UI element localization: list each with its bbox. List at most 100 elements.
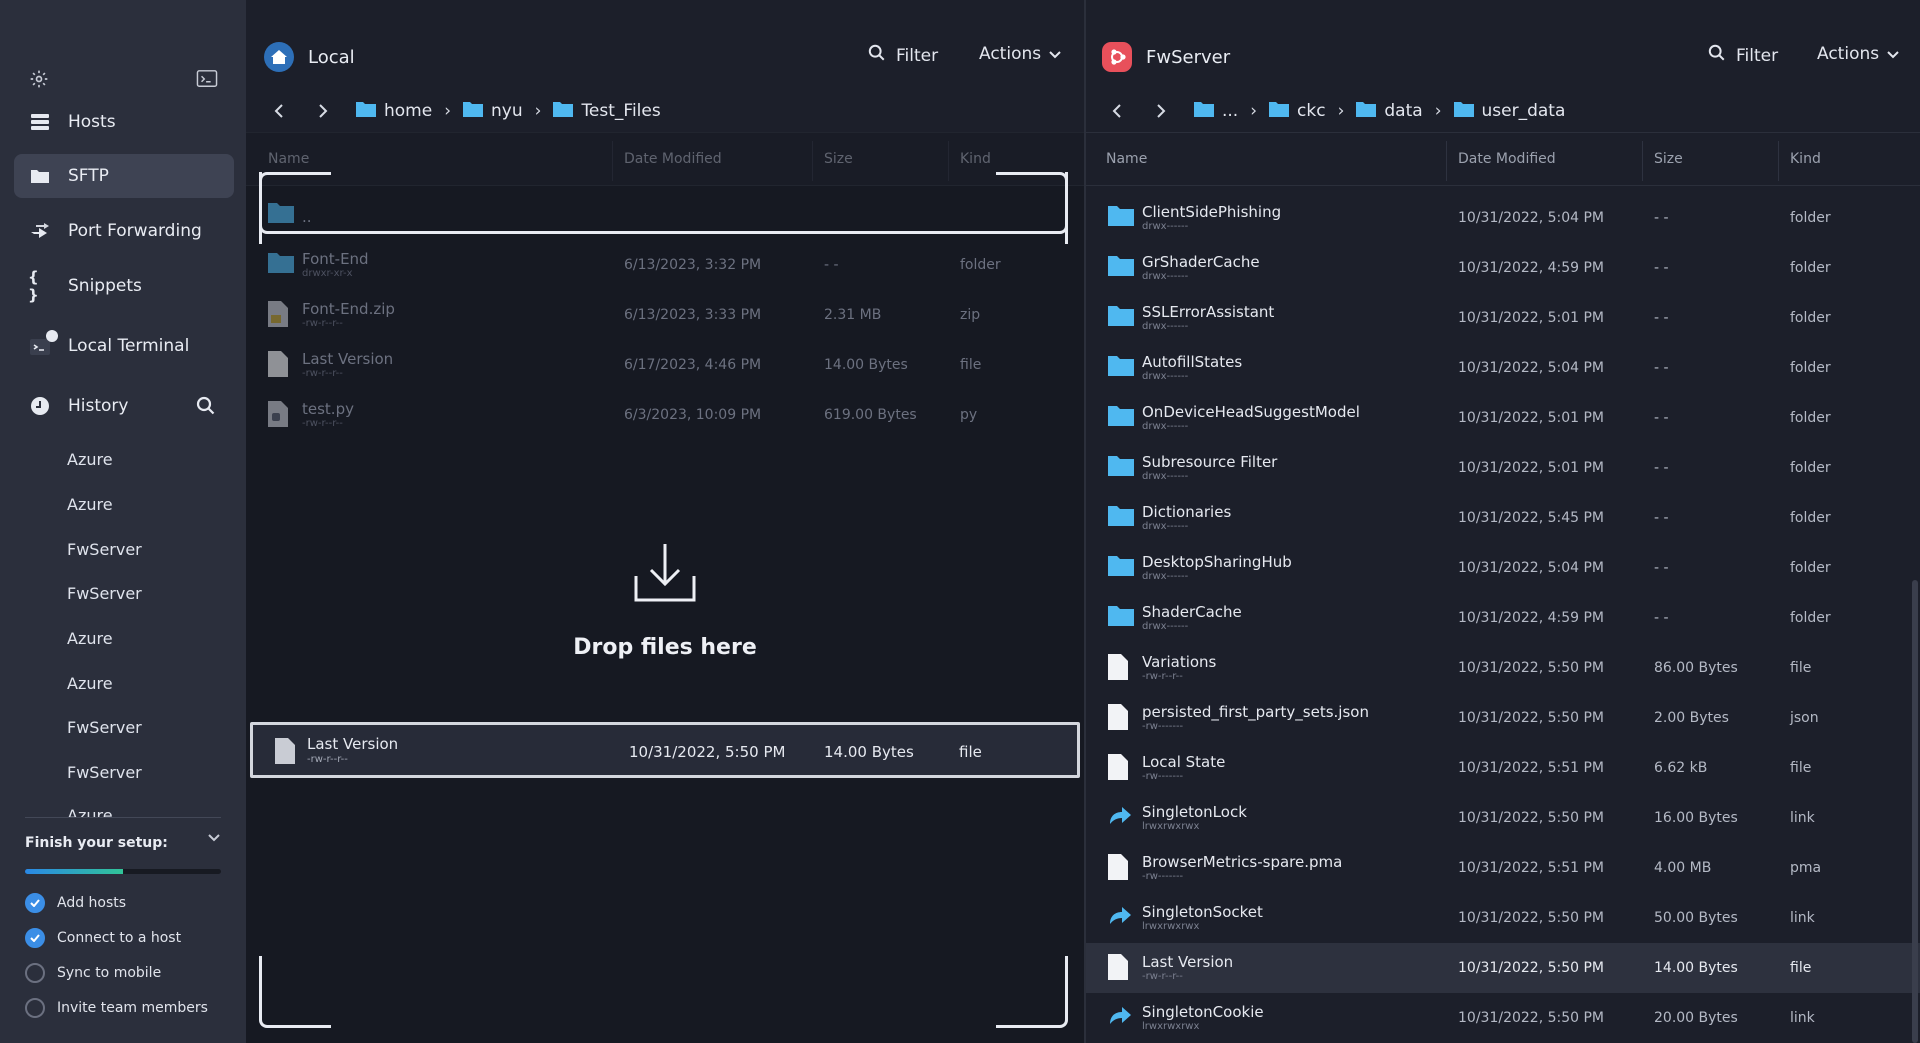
nav-sftp[interactable]: SFTP xyxy=(14,154,234,198)
file-date: 10/31/2022, 5:01 PM xyxy=(1458,460,1605,476)
terminal-window-icon[interactable] xyxy=(196,68,218,90)
back-icon[interactable] xyxy=(1106,100,1128,122)
folder-icon xyxy=(1108,304,1134,330)
folder-icon xyxy=(1269,101,1290,122)
filter-button[interactable]: Filter xyxy=(868,44,938,67)
file-row[interactable]: SingletonLock lrwxrwxrwx 10/31/2022, 5:50 … xyxy=(1086,793,1920,843)
file-row[interactable]: Last Version -rw-r--r-- 6/17/2023, 4:46 PM… xyxy=(246,340,1084,390)
col-size[interactable]: Size xyxy=(1654,151,1683,167)
back-icon[interactable] xyxy=(268,100,290,122)
file-row[interactable]: AutofillStates drwx------ 10/31/2022, 5:04… xyxy=(1086,343,1920,393)
breadcrumb-label: data xyxy=(1384,101,1423,121)
col-date[interactable]: Date Modified xyxy=(1458,151,1556,167)
search-icon[interactable] xyxy=(196,396,216,420)
search-icon xyxy=(1708,44,1726,67)
actions-button[interactable]: Actions xyxy=(1817,44,1899,64)
nav-label: SFTP xyxy=(68,166,109,186)
file-row[interactable]: GrShaderCache drwx------ 10/31/2022, 4:59 … xyxy=(1086,243,1920,293)
drag-ghost-row[interactable]: Last Version -rw-r--r-- 10/31/2022, 5:50… xyxy=(250,722,1080,778)
file-row[interactable]: ClientSidePhishing drwx------ 10/31/2022, … xyxy=(1086,193,1920,243)
col-divider xyxy=(1778,141,1779,181)
col-size[interactable]: Size xyxy=(824,151,853,167)
col-divider xyxy=(1446,141,1447,181)
breadcrumb-item[interactable]: user_data xyxy=(1453,101,1566,122)
breadcrumb: home › nyu › Test_Files xyxy=(268,100,661,122)
col-kind[interactable]: Kind xyxy=(960,151,991,167)
folder-icon xyxy=(1194,101,1214,122)
file-name: Subresource Filter xyxy=(1142,453,1278,471)
file-date: 6/13/2023, 3:33 PM xyxy=(624,307,762,323)
breadcrumb-item[interactable]: ... xyxy=(1194,101,1238,122)
file-row[interactable]: Variations -rw-r--r-- 10/31/2022, 5:50 PM 8… xyxy=(1086,643,1920,693)
breadcrumb-label: user_data xyxy=(1481,101,1566,121)
nav-port-forwarding[interactable]: Port Forwarding xyxy=(14,209,234,253)
breadcrumb-item[interactable]: Test_Files xyxy=(553,101,661,122)
history-item[interactable]: Azure xyxy=(67,450,113,469)
file-row[interactable]: Local State -rw------- 10/31/2022, 5:51 PM… xyxy=(1086,743,1920,793)
file-row[interactable]: Font-End drwxr-xr-x 6/13/2023, 3:32 PM - - f… xyxy=(246,240,1084,290)
local-pane: Local Filter Actions home › nyu › Test_F… xyxy=(246,0,1084,1043)
file-name: SingletonLock xyxy=(1142,803,1247,821)
file-row[interactable]: Last Version -rw-r--r-- 10/31/2022, 5:50 P… xyxy=(1086,943,1920,993)
file-permissions: -rw------- xyxy=(1142,771,1184,782)
forward-icon[interactable] xyxy=(1150,100,1172,122)
gear-icon[interactable] xyxy=(28,68,50,90)
setup-item-invite[interactable]: Invite team members xyxy=(25,998,208,1018)
setup-item-sync[interactable]: Sync to mobile xyxy=(25,963,161,983)
nav-snippets[interactable]: { } Snippets xyxy=(14,264,234,308)
breadcrumb-item[interactable]: nyu xyxy=(463,101,523,122)
history-item[interactable]: Azure xyxy=(67,674,113,693)
col-kind[interactable]: Kind xyxy=(1790,151,1821,167)
file-date: 10/31/2022, 5:50 PM xyxy=(1458,660,1605,676)
file-kind: folder xyxy=(960,257,1001,273)
history-item[interactable]: FwServer xyxy=(67,584,142,603)
history-item[interactable]: FwServer xyxy=(67,540,142,559)
file-kind: folder xyxy=(1790,560,1831,576)
actions-button[interactable]: Actions xyxy=(979,44,1061,64)
file-row[interactable]: test.py -rw-r--r-- 6/3/2023, 10:09 PM 619.0… xyxy=(246,390,1084,440)
nav-hosts[interactable]: Hosts xyxy=(14,100,234,144)
file-size: 16.00 Bytes xyxy=(1654,810,1738,826)
file-name: SingletonCookie xyxy=(1142,1003,1264,1021)
history-item[interactable]: Azure xyxy=(67,495,113,514)
chevron-down-icon[interactable] xyxy=(207,831,221,847)
file-row[interactable]: BrowserMetrics-spare.pma -rw------- 10/31/… xyxy=(1086,843,1920,893)
file-icon xyxy=(1108,854,1134,880)
history-item[interactable]: FwServer xyxy=(67,718,142,737)
setup-item-label: Add hosts xyxy=(57,895,127,911)
ubuntu-icon xyxy=(1102,42,1132,72)
file-row[interactable]: persisted_first_party_sets.json -rw------… xyxy=(1086,693,1920,743)
file-row[interactable]: SSLErrorAssistant drwx------ 10/31/2022, 5… xyxy=(1086,293,1920,343)
file-row[interactable]: DesktopSharingHub drwx------ 10/31/2022, 5… xyxy=(1086,543,1920,593)
breadcrumb-item[interactable]: ckc xyxy=(1269,101,1326,122)
file-kind: file xyxy=(1790,660,1812,676)
file-kind: zip xyxy=(960,307,981,323)
file-row[interactable]: ShaderCache drwx------ 10/31/2022, 4:59 PM… xyxy=(1086,593,1920,643)
history-item[interactable]: Azure xyxy=(67,629,113,648)
chevron-right-icon: › xyxy=(534,101,542,121)
col-name[interactable]: Name xyxy=(268,151,309,167)
nav-history[interactable]: History xyxy=(14,384,234,428)
forward-icon[interactable] xyxy=(312,100,334,122)
file-row[interactable]: OnDeviceHeadSuggestModel drwx------ 10/31/… xyxy=(1086,393,1920,443)
breadcrumb-item[interactable]: data xyxy=(1356,101,1423,122)
nav-local-terminal[interactable]: Local Terminal xyxy=(14,324,234,368)
col-name[interactable]: Name xyxy=(1106,151,1147,167)
file-date: 10/31/2022, 5:50 PM xyxy=(1458,910,1605,926)
breadcrumb-item[interactable]: home xyxy=(356,101,432,122)
file-row[interactable]: Subresource Filter drwx------ 10/31/2022, … xyxy=(1086,443,1920,493)
file-row[interactable]: SingletonCookie lrwxrwxrwx 10/31/2022, 5:5… xyxy=(1086,993,1920,1043)
folder-icon xyxy=(356,101,376,122)
setup-item-add-hosts[interactable]: Add hosts xyxy=(25,893,126,913)
col-date[interactable]: Date Modified xyxy=(624,151,722,167)
filter-button[interactable]: Filter xyxy=(1708,44,1778,67)
file-size: - - xyxy=(1654,360,1669,376)
drag-perm: -rw-r--r-- xyxy=(307,754,348,765)
scrollbar[interactable] xyxy=(1912,580,1918,1043)
file-row[interactable]: SingletonSocket lrwxrwxrwx 10/31/2022, 5:5… xyxy=(1086,893,1920,943)
file-row[interactable]: Font-End.zip -rw-r--r-- 6/13/2023, 3:33 PM… xyxy=(246,290,1084,340)
setup-item-connect[interactable]: Connect to a host xyxy=(25,928,181,948)
file-row[interactable]: Dictionaries drwx------ 10/31/2022, 5:45 P… xyxy=(1086,493,1920,543)
file-name: ShaderCache xyxy=(1142,603,1242,621)
history-item[interactable]: FwServer xyxy=(67,763,142,782)
